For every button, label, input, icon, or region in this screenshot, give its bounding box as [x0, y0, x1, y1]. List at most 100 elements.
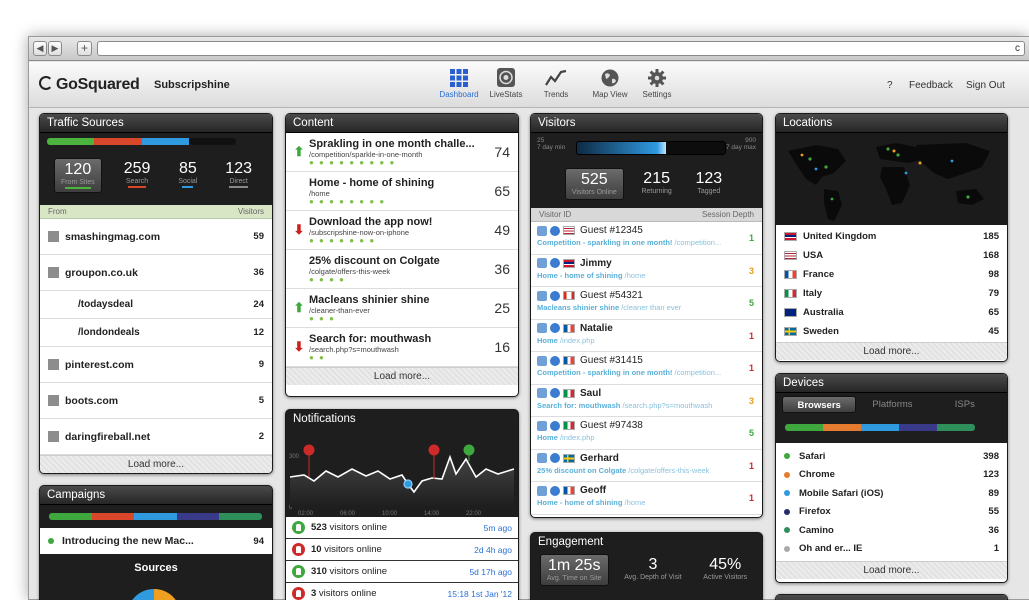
devices-title: Devices	[776, 374, 1007, 393]
nav-livestats[interactable]: LiveStats	[480, 68, 532, 99]
notification-row[interactable]: 10 visitors online 2d 4h ago	[286, 539, 518, 561]
active-visitors-stat[interactable]: 45% Active Visitors	[697, 554, 753, 586]
traffic-stat[interactable]: 259 Search	[118, 158, 157, 193]
session-depth-value: 1	[748, 330, 754, 341]
device-bar-segment	[785, 424, 823, 431]
traffic-source-name: daringfireball.net	[65, 430, 151, 443]
browser-icon	[550, 225, 560, 236]
nav-dashboard[interactable]: Dashboard	[433, 68, 485, 99]
device-row[interactable]: Oh and er... IE 1	[776, 540, 1007, 559]
visitor-page-path: /index.php	[559, 433, 595, 442]
visitor-row[interactable]: Gerhard 25% discount on Colgate /colgate/…	[531, 450, 762, 482]
visitor-name: Gerhard	[580, 452, 619, 464]
content-row[interactable]: ⬆ Sprakling in one month challe.../compet…	[286, 133, 518, 172]
traffic-source-row[interactable]: pinterest.com 9	[40, 347, 272, 383]
device-name: Chrome	[799, 469, 835, 481]
traffic-source-row[interactable]: daringfireball.net 2	[40, 419, 272, 455]
traffic-stat-label: Direct	[229, 178, 248, 185]
device-row[interactable]: Camino 36	[776, 521, 1007, 540]
country-flag-icon	[563, 421, 575, 430]
traffic-source-row[interactable]: /todaysdeal 24	[40, 291, 272, 319]
visitor-row[interactable]: Guest #54321 Macleans shinier shine /clea…	[531, 287, 762, 320]
back-button[interactable]: ◀	[33, 41, 47, 56]
device-row[interactable]: Mobile Safari (iOS) 89	[776, 484, 1007, 503]
nav-map-view[interactable]: Map View	[584, 68, 636, 99]
avg-time-stat[interactable]: 1m 25s Avg. Time on Site	[539, 554, 609, 586]
traffic-stat[interactable]: 120 From Sites	[53, 158, 102, 193]
visitor-name: Natalie	[580, 322, 613, 334]
nav-trends[interactable]: Trends	[530, 68, 582, 99]
arrow-down-icon: ⬇	[293, 339, 305, 354]
traffic-source-row[interactable]: /londondeals 12	[40, 319, 272, 347]
traffic-source-row[interactable]: boots.com 5	[40, 383, 272, 419]
country-visitors: 45	[988, 326, 999, 337]
forward-button[interactable]: ▶	[48, 41, 62, 56]
location-row[interactable]: United Kingdom 185	[776, 227, 1007, 246]
feedback-link[interactable]: Feedback	[909, 80, 953, 91]
gosquared-logo[interactable]: GoSquared	[39, 76, 140, 94]
new-tab-button[interactable]: +	[77, 41, 92, 56]
visitor-stat[interactable]: 525 Visitors Online	[564, 168, 624, 200]
campaign-item[interactable]: Introducing the new Mac... 94	[40, 528, 272, 554]
devices-tab[interactable]: ISPs	[929, 396, 1001, 413]
content-row[interactable]: ⬇ Search for: mouthwash/search.php?s=mout…	[286, 328, 518, 367]
engagement-panel: Engagement 1m 25s Avg. Time on Site 3 Avg.…	[530, 532, 763, 600]
content-row[interactable]: Home - home of shining/home ● ● ● ● ● ● ●…	[286, 172, 518, 211]
notification-row[interactable]: 523 visitors online 5m ago	[286, 517, 518, 539]
device-row[interactable]: Safari 398	[776, 447, 1007, 466]
location-row[interactable]: France 98	[776, 265, 1007, 284]
country-name: Australia	[803, 307, 844, 318]
session-depth-value: 5	[748, 298, 754, 308]
visitor-row[interactable]: Jimmy Home - home of shining /home 3	[531, 255, 762, 287]
traffic-source-row[interactable]: smashingmag.com 59	[40, 219, 272, 255]
traffic-source-name: /londondeals	[78, 327, 140, 338]
country-flag-icon	[784, 327, 797, 336]
traffic-source-value: 36	[253, 267, 264, 278]
content-row[interactable]: 25% discount on Colgate/colgate/offers-t…	[286, 250, 518, 289]
os-icon	[537, 355, 547, 366]
site-name[interactable]: Subscripshine	[154, 79, 230, 91]
devices-tab[interactable]: Browsers	[782, 396, 857, 413]
notification-row[interactable]: 310 visitors online 5d 17h ago	[286, 561, 518, 583]
traffic-stat[interactable]: 85 Social	[172, 158, 203, 193]
location-row[interactable]: Australia 65	[776, 303, 1007, 322]
address-bar[interactable]: c	[97, 41, 1025, 56]
visitor-row[interactable]: Guest #12345 Competition - sparkling in o…	[531, 222, 762, 255]
visitor-page-title: Competition - sparkling in one month!	[537, 368, 673, 377]
visitor-row[interactable]: Saul Search for: mouthwash /search.php?s=…	[531, 385, 762, 417]
traffic-stat[interactable]: 123 Direct	[219, 158, 258, 193]
time-axis-label: 22:00	[466, 511, 482, 517]
avg-depth-stat[interactable]: 3 Avg. Depth of Visit	[618, 554, 687, 586]
visitor-stat[interactable]: 123 Tagged	[689, 168, 728, 200]
help-link[interactable]: ?	[887, 80, 893, 91]
location-row[interactable]: Italy 79	[776, 284, 1007, 303]
content-row[interactable]: ⬆ Macleans shinier shine/cleaner-than-eve…	[286, 289, 518, 328]
locations-load-more[interactable]: Load more...	[776, 342, 1007, 360]
visitor-name: Saul	[580, 387, 602, 399]
nav-settings[interactable]: Settings	[631, 68, 683, 99]
visitor-row[interactable]: Guest #31415 Competition - sparkling in o…	[531, 352, 762, 385]
device-row[interactable]: Firefox 55	[776, 503, 1007, 522]
device-row[interactable]: Chrome 123	[776, 466, 1007, 485]
visitor-row[interactable]: Geoff Home - home of shining /home 1	[531, 482, 762, 515]
time-axis-label: 10:00	[382, 511, 398, 517]
notification-row[interactable]: 3 visitors online 15:18 1st Jan '12	[286, 583, 518, 600]
visitor-row[interactable]: Natalie Home /index.php 1	[531, 320, 762, 352]
visitor-stat[interactable]: 215 Returning	[635, 168, 677, 200]
traffic-source-row[interactable]: groupon.co.uk 36	[40, 255, 272, 291]
visitor-row[interactable]: Guest #97438 Home /index.php 5	[531, 417, 762, 450]
reload-icon[interactable]: c	[1015, 42, 1020, 55]
sign-out-link[interactable]: Sign Out	[966, 80, 1005, 91]
devices-tab[interactable]: Platforms	[856, 396, 928, 413]
content-load-more[interactable]: Load more...	[286, 367, 518, 385]
devices-load-more[interactable]: Load more...	[776, 561, 1007, 579]
location-row[interactable]: USA 168	[776, 246, 1007, 265]
visitors-title: Visitors	[531, 114, 762, 133]
content-title-text: Sprakling in one month challe...	[309, 137, 475, 150]
traffic-stat-label: From Sites	[60, 179, 95, 186]
notifications-title: Notifications	[286, 410, 518, 429]
visitor-stat-label: Visitors Online	[571, 189, 617, 196]
location-row[interactable]: Sweden 45	[776, 322, 1007, 341]
content-row[interactable]: ⬇ Download the app now!/subscripshine-now…	[286, 211, 518, 250]
traffic-load-more[interactable]: Load more...	[40, 455, 272, 473]
